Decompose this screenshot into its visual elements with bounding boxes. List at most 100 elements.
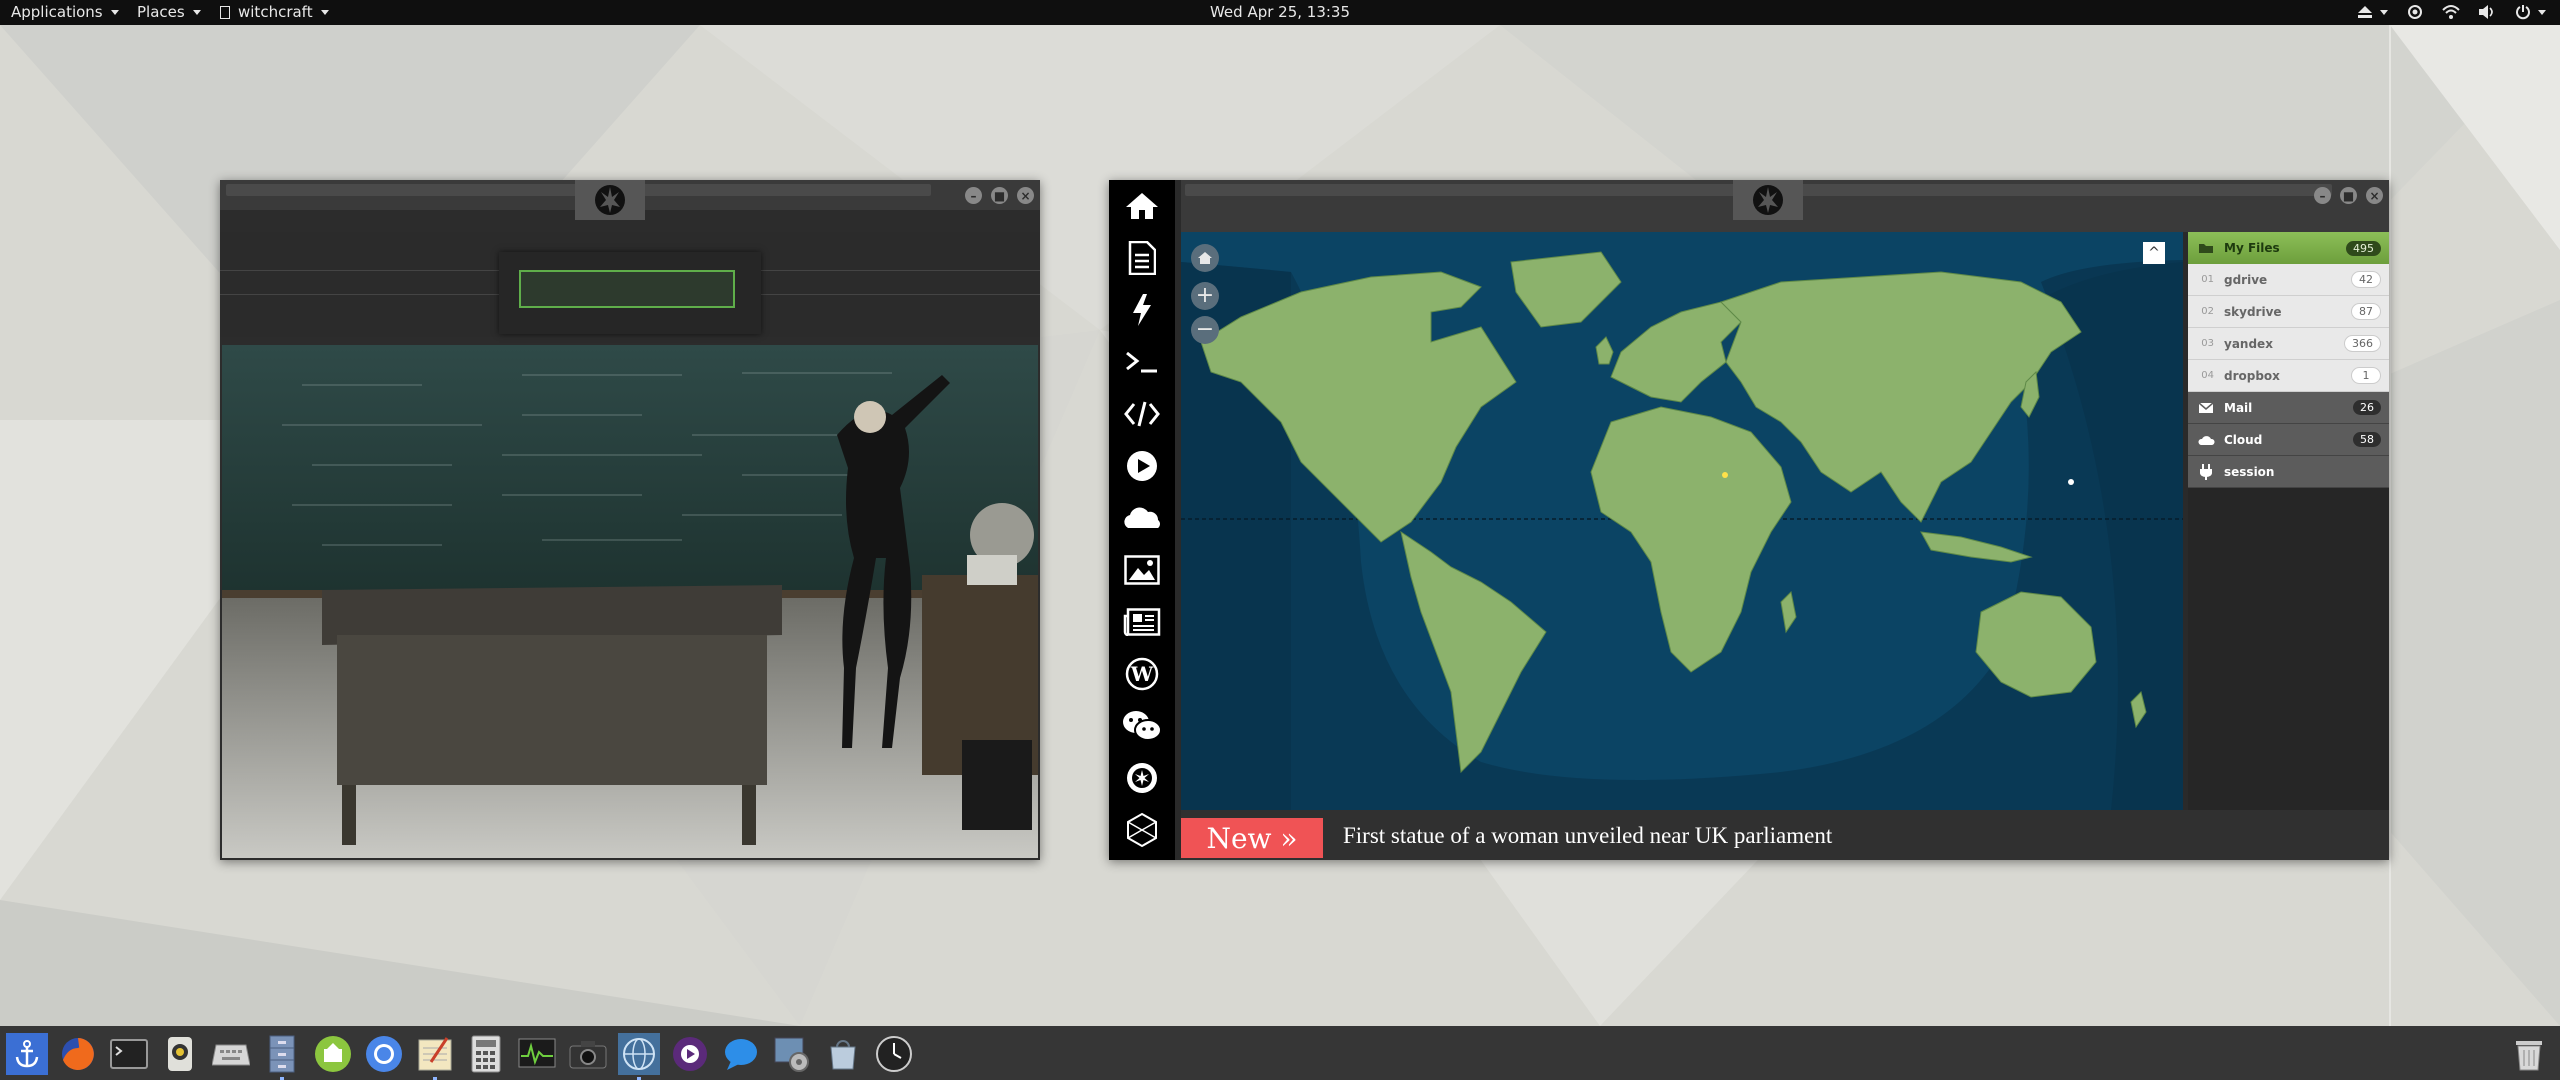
system-tray[interactable] [2356, 3, 2546, 21]
chromium-icon[interactable] [363, 1033, 405, 1075]
image-icon[interactable] [1109, 544, 1175, 596]
keyboard-icon[interactable] [210, 1033, 252, 1075]
trash-icon[interactable] [2508, 1033, 2550, 1075]
my-files-label: My Files [2224, 241, 2280, 255]
drive-count: 42 [2351, 271, 2381, 288]
text-editor-icon[interactable] [414, 1033, 456, 1080]
active-app-menu[interactable]: witchcraft [220, 3, 329, 21]
file-cabinet-icon[interactable] [261, 1033, 303, 1080]
svg-text:W: W [1130, 662, 1154, 686]
drive-sync-icon[interactable] [312, 1033, 354, 1075]
camera-app-icon[interactable] [159, 1033, 201, 1075]
chevron-down-icon [320, 9, 329, 15]
terminal-icon[interactable] [1109, 336, 1175, 388]
globe-icon[interactable] [618, 1033, 660, 1080]
drive-row-yandex[interactable]: 03 yandex 366 [2188, 328, 2389, 360]
chevron-down-icon [110, 9, 119, 15]
password-panel [499, 252, 761, 334]
folder-icon [2188, 242, 2224, 254]
zoom-in-button[interactable]: + [1191, 282, 1219, 310]
drive-index: 04 [2201, 370, 2214, 381]
news-icon[interactable] [1109, 596, 1175, 648]
zoom-out-button[interactable]: − [1191, 316, 1219, 344]
lightning-icon[interactable] [1109, 284, 1175, 336]
firefox-icon[interactable] [57, 1033, 99, 1075]
my-files-row[interactable]: My Files 495 [2188, 232, 2389, 264]
wordpress-icon[interactable]: W [1109, 648, 1175, 700]
session-row[interactable]: session [2188, 456, 2389, 488]
dashboard-window: W – ■ × + − ^ My Files 495 01 gdrive 42 … [1109, 180, 2389, 860]
terminal-icon[interactable] [108, 1033, 150, 1075]
volume-icon[interactable] [2478, 3, 2496, 21]
play-icon[interactable] [1109, 440, 1175, 492]
world-map[interactable]: + − ^ [1181, 232, 2183, 810]
chat-icon[interactable] [1109, 700, 1175, 752]
document-icon[interactable] [1109, 232, 1175, 284]
hexagon-icon[interactable] [1109, 804, 1175, 856]
cloud-row[interactable]: Cloud 58 [2188, 424, 2389, 456]
minimize-button[interactable]: – [965, 187, 982, 204]
places-menu[interactable]: Places [137, 3, 201, 21]
news-tag[interactable]: New » [1181, 818, 1323, 858]
clock-icon[interactable] [873, 1033, 915, 1075]
chevron-down-icon[interactable] [2538, 9, 2546, 15]
login-window: – ■ × [220, 180, 1040, 860]
drive-index: 03 [2201, 338, 2214, 349]
minimize-button[interactable]: – [2314, 187, 2331, 204]
world-map-graphic [1181, 232, 2183, 810]
system-monitor-icon[interactable] [516, 1033, 558, 1075]
power-icon[interactable] [2514, 3, 2532, 21]
password-input[interactable] [519, 270, 735, 308]
drive-label: gdrive [2224, 272, 2268, 287]
drive-row-dropbox[interactable]: 04 dropbox 1 [2188, 360, 2389, 392]
cloud-icon[interactable] [1109, 492, 1175, 544]
top-panel: Applications Places witchcraft Wed Apr 2… [0, 0, 2560, 25]
home-icon [1198, 252, 1212, 264]
code-icon[interactable] [1109, 388, 1175, 440]
home-icon[interactable] [1109, 180, 1175, 232]
cloud-label: Cloud [2224, 432, 2263, 447]
drive-label: yandex [2224, 336, 2273, 351]
map-home-button[interactable] [1191, 244, 1219, 272]
camera-icon[interactable] [567, 1033, 609, 1075]
drive-row-skydrive[interactable]: 02 skydrive 87 [2188, 296, 2389, 328]
settings-app-icon[interactable] [771, 1033, 813, 1075]
maximize-button[interactable]: ■ [2340, 187, 2357, 204]
chevron-down-icon[interactable] [2380, 9, 2388, 15]
file-icon [220, 5, 230, 19]
drive-row-gdrive[interactable]: 01 gdrive 42 [2188, 264, 2389, 296]
drive-count: 1 [2351, 367, 2381, 384]
chat-bubble-icon[interactable] [720, 1033, 762, 1075]
mail-label: Mail [2224, 400, 2253, 415]
files-panel: My Files 495 01 gdrive 42 02 skydrive 87… [2188, 232, 2389, 810]
location-icon[interactable] [2406, 3, 2424, 21]
window-titlebar[interactable]: – ■ × [1181, 180, 2389, 232]
cloud-icon [2188, 434, 2224, 446]
wifi-icon[interactable] [2442, 3, 2460, 21]
active-app-label: witchcraft [238, 3, 313, 21]
applications-label: Applications [11, 3, 103, 21]
media-player-icon[interactable] [669, 1033, 711, 1075]
mail-count: 26 [2353, 400, 2381, 415]
envelope-icon [2188, 401, 2224, 414]
close-button[interactable]: × [2366, 187, 2383, 204]
cloud-count: 58 [2353, 432, 2381, 447]
clock[interactable]: Wed Apr 25, 13:35 [0, 3, 2560, 21]
mail-row[interactable]: Mail 26 [2188, 392, 2389, 424]
software-store-icon[interactable] [822, 1033, 864, 1075]
eject-icon[interactable] [2356, 3, 2374, 21]
drive-index: 01 [2201, 274, 2214, 285]
news-headline[interactable]: First statue of a woman unveiled near UK… [1343, 823, 1832, 849]
calculator-icon[interactable] [465, 1033, 507, 1075]
chevron-down-icon [192, 9, 201, 15]
maximize-button[interactable]: ■ [991, 187, 1008, 204]
anchor-icon[interactable] [6, 1033, 48, 1075]
collapse-button[interactable]: ^ [2143, 242, 2165, 264]
session-label: session [2224, 464, 2275, 479]
settings-icon[interactable] [1109, 752, 1175, 804]
login-header [220, 232, 1040, 337]
rebel-alliance-icon [1733, 180, 1803, 220]
applications-menu[interactable]: Applications [11, 3, 119, 21]
close-button[interactable]: × [1017, 187, 1034, 204]
places-label: Places [137, 3, 185, 21]
